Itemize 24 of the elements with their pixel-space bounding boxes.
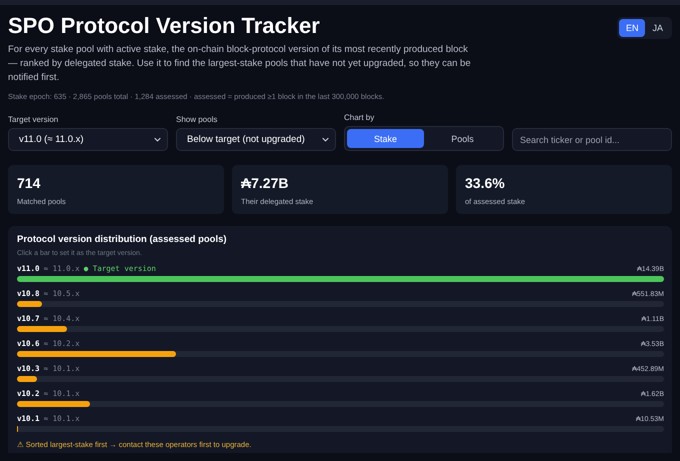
- control-label: Target version: [8, 115, 60, 124]
- bar-track[interactable]: [17, 426, 664, 432]
- page-title: SPO Protocol Version Tracker: [8, 13, 320, 39]
- search-field[interactable]: Search ticker or pool id...: [512, 128, 672, 151]
- stat-value: 33.6%: [465, 175, 506, 191]
- panel-title: Protocol version distribution (assessed pools): [17, 234, 228, 245]
- language-button[interactable]: JA: [645, 19, 670, 37]
- caret-icon: [322, 137, 329, 142]
- bar-track[interactable]: [17, 401, 664, 407]
- bar-track[interactable]: [17, 376, 664, 382]
- bar-track[interactable]: [17, 326, 664, 332]
- chart-by-option[interactable]: Stake: [347, 129, 424, 148]
- description: For every stake pool with active stake, the on-chain block-protocol version of its most recently produced block — ranked by delegated stake. Use it to find the largest-stake pools that have not yet upgraded, so they can be notified first.: [8, 43, 472, 85]
- caret-icon: [154, 137, 161, 142]
- chart-by-option[interactable]: Pools: [424, 129, 501, 148]
- stat-value: 714: [17, 175, 42, 191]
- control-label: Show pools: [176, 115, 218, 124]
- stat-value: ₳7.27B: [241, 175, 290, 191]
- control-label: Chart by: [344, 113, 376, 122]
- bar-track[interactable]: [17, 351, 664, 357]
- dropdown[interactable]: v11.0 (≈ 11.0.x): [8, 128, 168, 151]
- language-button[interactable]: EN: [618, 19, 646, 37]
- dropdown[interactable]: Below target (not upgraded): [176, 128, 336, 151]
- bar-track[interactable]: [17, 301, 664, 307]
